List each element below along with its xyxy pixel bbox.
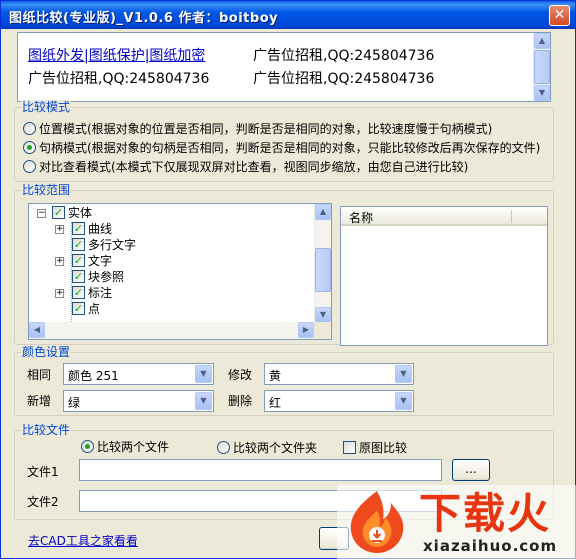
checkbox-checked-icon[interactable]: ✓ xyxy=(72,270,85,283)
radio-two-folders[interactable]: 比较两个文件夹 xyxy=(217,441,317,455)
close-icon: ✕ xyxy=(553,7,566,23)
radio-handle-mode[interactable]: 句柄模式(根据对象的句柄是否相同，判断是否是相同的对象，只能比较修改后再次保存的… xyxy=(23,141,540,155)
chevron-down-icon[interactable]: ▼ xyxy=(195,365,212,383)
original-compare-checkbox[interactable]: 原图比较 xyxy=(343,441,407,455)
checkbox-icon[interactable] xyxy=(343,441,356,454)
checkbox-checked-icon[interactable]: ✓ xyxy=(52,206,65,219)
checkbox-checked-icon[interactable]: ✓ xyxy=(72,254,85,267)
scroll-right-button[interactable]: ▶ xyxy=(298,322,314,338)
compare-mode-group: 比较模式 位置模式(根据对象的位置是否相同，判断是否是相同的对象，比较速度慢于句… xyxy=(14,100,554,182)
watermark-brand: 下载火 xyxy=(419,489,552,538)
radio-icon[interactable] xyxy=(23,160,36,173)
file1-label: 文件1 xyxy=(27,465,59,479)
radio-view-mode[interactable]: 对比查看模式(本模式下仅展现双屏对比查看，视图同步缩放，由您自己进行比较) xyxy=(23,160,468,174)
ad-row: 广告位招租,QQ:245804736 广告位招租,QQ:245804736 xyxy=(28,68,478,91)
checkbox-checked-icon[interactable]: ✓ xyxy=(72,302,85,315)
modified-label: 修改 xyxy=(228,368,253,382)
app-window: 图纸比较(专业版)_V1.0.6 作者：boitboy ✕ 图纸外发|图纸保护|… xyxy=(0,0,576,560)
expand-icon[interactable]: + xyxy=(55,289,64,298)
cad-tools-link[interactable]: 去CAD工具之家看看 xyxy=(28,532,138,549)
radio-icon[interactable] xyxy=(217,441,230,454)
chevron-down-icon[interactable]: ▼ xyxy=(195,392,212,410)
title-bar[interactable]: 图纸比较(专业版)_V1.0.6 作者：boitboy ✕ xyxy=(1,1,575,29)
color-settings-group: 颜色设置 相同 颜色 251 ▼ 修改 黄 ▼ 新增 绿 ▼ 删除 红 ▼ xyxy=(14,345,554,416)
scroll-up-button[interactable]: ▲ xyxy=(534,33,550,49)
scroll-thumb[interactable] xyxy=(315,248,331,292)
same-label: 相同 xyxy=(27,368,52,382)
compare-scope-group: 比较范围 − ✓ 实体 + ✓ 曲线 ✓ 多行文字 + ✓ 文字 ✓ 块参照 +… xyxy=(14,183,554,346)
ad-row: 图纸外发|图纸保护|图纸加密 广告位招租,QQ:245804736 xyxy=(28,45,478,68)
radio-selected-icon[interactable] xyxy=(23,141,36,154)
scroll-left-button[interactable]: ◀ xyxy=(29,322,45,338)
scroll-down-button[interactable]: ▼ xyxy=(315,307,331,323)
window-title: 图纸比较(专业版)_V1.0.6 作者：boitboy xyxy=(9,11,279,26)
column-name-header[interactable]: 名称 xyxy=(349,209,373,226)
watermark-url: xiazaihuo.com xyxy=(423,537,558,555)
radio-position-mode[interactable]: 位置模式(根据对象的位置是否相同，判断是否是相同的对象，比较速度慢于句柄模式) xyxy=(23,122,492,136)
browse-button[interactable]: ... xyxy=(452,459,490,481)
file2-label: 文件2 xyxy=(27,495,59,509)
checkbox-checked-icon[interactable]: ✓ xyxy=(72,238,85,251)
scroll-up-button[interactable]: ▲ xyxy=(315,204,331,220)
deleted-color-select[interactable]: 红 ▼ xyxy=(264,390,414,412)
ad-text: 广告位招租,QQ:245804736 xyxy=(253,71,435,87)
radio-icon[interactable] xyxy=(23,122,36,135)
modified-color-select[interactable]: 黄 ▼ xyxy=(264,363,414,385)
expand-icon[interactable]: + xyxy=(55,257,64,266)
ad-text: 广告位招租,QQ:245804736 xyxy=(253,48,435,64)
file1-input[interactable] xyxy=(79,459,442,481)
deleted-label: 删除 xyxy=(228,394,253,408)
chevron-down-icon[interactable]: ▼ xyxy=(395,365,412,383)
entity-tree[interactable]: − ✓ 实体 + ✓ 曲线 ✓ 多行文字 + ✓ 文字 ✓ 块参照 + ✓ 标注… xyxy=(28,203,332,340)
compare-files-legend: 比较文件 xyxy=(21,423,72,437)
compare-mode-legend: 比较模式 xyxy=(21,100,72,114)
added-color-select[interactable]: 绿 ▼ xyxy=(63,390,214,412)
flame-logo-icon xyxy=(350,491,404,553)
ad-banner: 图纸外发|图纸保护|图纸加密 广告位招租,QQ:245804736 广告位招租,Q… xyxy=(17,32,551,102)
same-color-select[interactable]: 颜色 251 ▼ xyxy=(63,363,214,385)
ad-text: 广告位招租,QQ:245804736 xyxy=(28,71,210,87)
watermark: 下载火 xiazaihuo.com xyxy=(337,485,576,560)
radio-two-files[interactable]: 比较两个文件 xyxy=(81,440,169,454)
color-settings-legend: 颜色设置 xyxy=(21,345,72,359)
scroll-down-button[interactable]: ▼ xyxy=(534,85,550,101)
tree-hscrollbar[interactable]: ◀ ▶ xyxy=(29,322,314,339)
compare-scope-legend: 比较范围 xyxy=(21,183,72,197)
name-list[interactable]: 名称 xyxy=(340,206,548,346)
collapse-icon[interactable]: − xyxy=(37,209,46,218)
chevron-down-icon[interactable]: ▼ xyxy=(395,392,412,410)
radio-selected-icon[interactable] xyxy=(81,440,94,453)
added-label: 新增 xyxy=(27,394,52,408)
tree-vscrollbar[interactable]: ▲ ▼ xyxy=(314,204,331,323)
close-button[interactable]: ✕ xyxy=(549,5,570,26)
checkbox-checked-icon[interactable]: ✓ xyxy=(72,222,85,235)
ad-link[interactable]: 图纸外发|图纸保护|图纸加密 xyxy=(28,45,253,68)
expand-icon[interactable]: + xyxy=(55,225,64,234)
ad-scrollbar[interactable]: ▲ ▼ xyxy=(533,33,550,101)
scroll-thumb[interactable] xyxy=(534,50,550,84)
checkbox-checked-icon[interactable]: ✓ xyxy=(72,286,85,299)
list-header[interactable]: 名称 xyxy=(341,207,547,226)
